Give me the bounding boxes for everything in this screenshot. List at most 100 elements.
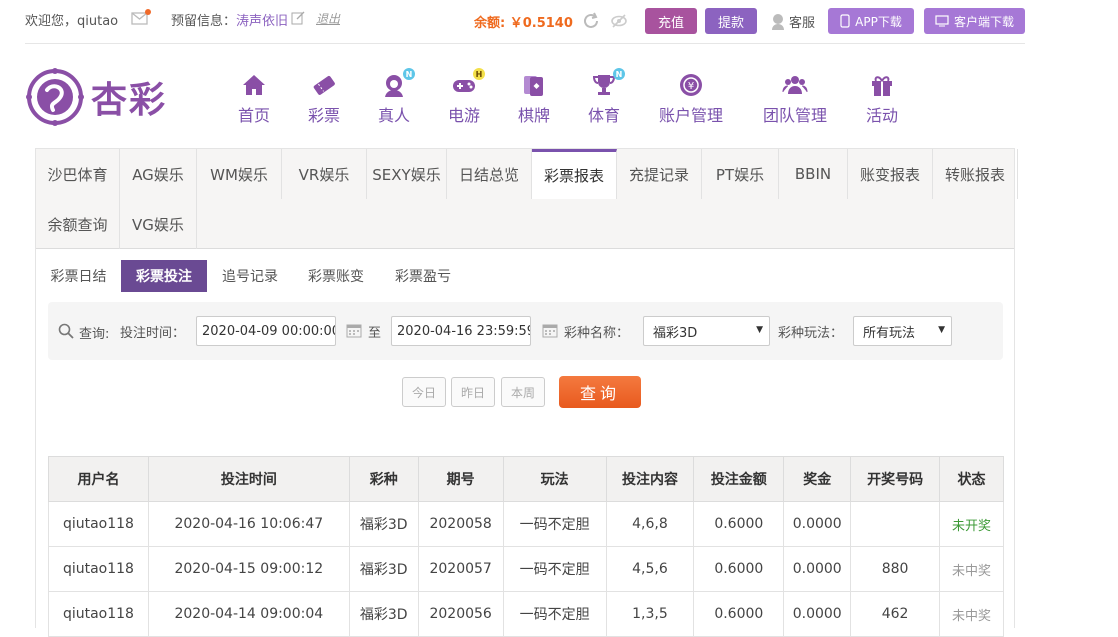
nav-label: 真人 — [377, 106, 410, 125]
calendar-icon[interactable] — [346, 322, 362, 338]
eye-hide-icon[interactable] — [610, 12, 628, 30]
gift-icon — [869, 72, 895, 98]
end-time-input[interactable]: 2020-04-16 23:59:59 — [391, 316, 531, 346]
nav-item-5[interactable]: N 体育 — [564, 68, 644, 126]
nav-item-1[interactable]: 彩票 — [284, 72, 364, 126]
status-text: 未中奖 — [951, 563, 991, 579]
to-label: 至 — [368, 326, 382, 341]
home-icon — [241, 72, 267, 98]
column-header: 用户名 — [48, 456, 149, 502]
lottery-select[interactable]: 福彩3D ▼ — [643, 316, 770, 346]
calendar-icon[interactable] — [542, 322, 558, 338]
search-button[interactable]: 查询 — [559, 376, 641, 408]
tab-9[interactable]: BBIN — [779, 149, 848, 199]
column-header: 彩种 — [348, 456, 419, 502]
play-type-select[interactable]: 所有玩法 ▼ — [853, 316, 952, 346]
start-time-input[interactable]: 2020-04-09 00:00:00 — [196, 316, 336, 346]
subtab-2[interactable]: 追号记录 — [214, 260, 286, 292]
tab-10[interactable]: 账变报表 — [848, 149, 933, 199]
nav-item-8[interactable]: 活动 — [842, 72, 922, 126]
tab-0[interactable]: 沙巴体育 — [36, 149, 120, 199]
table-header-row: 用户名 投注时间 彩种 期号 玩法 投注内容 投注金额 奖金 开奖号码 状态 — [48, 456, 1004, 502]
report-tabs: 沙巴体育 AG娱乐 WM娱乐 VR娱乐 SEXY娱乐 日结总览 彩票报表 充提记录 PT娱乐 BB… — [36, 149, 1018, 249]
welcome-text: 欢迎您，qiutao — [25, 14, 119, 29]
nav-item-7[interactable]: 团队管理 — [755, 72, 835, 126]
table-cell: 0.0000 — [783, 591, 852, 637]
top-divider — [25, 43, 1025, 44]
recharge-button[interactable]: 充值 — [645, 8, 697, 34]
table-cell: 福彩3D — [348, 501, 419, 547]
nav-label: 棋牌 — [517, 106, 550, 125]
refresh-icon[interactable] — [582, 12, 600, 30]
table-cell: 0.6000 — [693, 591, 785, 637]
column-header: 期号 — [417, 456, 504, 502]
table-cell: 0.6000 — [693, 501, 785, 547]
column-header: 开奖号码 — [850, 456, 940, 502]
report-panel: 沙巴体育 AG娱乐 WM娱乐 VR娱乐 SEXY娱乐 日结总览 彩票报表 充提记录 PT娱乐 BB… — [35, 148, 1018, 637]
nav-label: 体育 — [587, 106, 620, 125]
table-cell: 880 — [850, 546, 940, 592]
nav-label: 电游 — [447, 106, 480, 125]
table-cell: 一码不定胆 — [502, 591, 607, 637]
tab-5[interactable]: 日结总览 — [447, 149, 532, 199]
mail-icon[interactable] — [131, 9, 151, 25]
phone-icon — [840, 14, 850, 28]
top-bar: 欢迎您，qiutao 预留信息： 涛声依旧 退出 余额: ￥0.5140 充值 … — [0, 0, 1118, 44]
table-cell: qiutao118 — [48, 591, 149, 637]
bet-records-table: 用户名 投注时间 彩种 期号 玩法 投注内容 投注金额 奖金 开奖号码 状态 qiutao118 2… — [48, 456, 1004, 637]
edit-icon[interactable] — [291, 10, 305, 25]
column-header: 玩法 — [502, 456, 607, 502]
nav-item-3[interactable]: H 电游 — [424, 68, 504, 126]
yesterday-button[interactable]: 昨日 — [451, 377, 495, 407]
monitor-icon — [935, 15, 949, 27]
table-row: qiutao118 2020-04-14 09:00:04 福彩3D 2020056 一… — [48, 591, 1004, 637]
table-cell: 2020-04-14 09:00:04 — [147, 591, 350, 637]
nav-item-6[interactable]: ¥ 账户管理 — [651, 72, 731, 126]
nav-label: 活动 — [865, 106, 898, 125]
tab-4[interactable]: SEXY娱乐 — [367, 149, 447, 199]
tab-13[interactable]: VG娱乐 — [120, 199, 197, 249]
tab-3[interactable]: VR娱乐 — [282, 149, 367, 199]
reserved-info-label: 预留信息： — [171, 14, 237, 29]
this-week-button[interactable]: 本周 — [501, 377, 545, 407]
table-row: qiutao118 2020-04-16 10:06:47 福彩3D 2020058 一… — [48, 501, 1004, 547]
tab-2[interactable]: WM娱乐 — [197, 149, 282, 199]
status-cell: 未中奖 — [939, 546, 1004, 592]
nav-item-0[interactable]: 首页 — [214, 72, 294, 126]
app-download-button[interactable]: APP下载 — [828, 8, 914, 34]
brand-name: 杏彩 — [91, 79, 168, 121]
nav-item-4[interactable]: 棋牌 — [494, 72, 574, 126]
customer-service-link[interactable]: 客服 — [770, 12, 815, 31]
table-cell: qiutao118 — [48, 546, 149, 592]
subtab-1[interactable]: 彩票投注 — [121, 260, 207, 292]
table-cell: 2020-04-15 09:00:12 — [147, 546, 350, 592]
headset-icon — [772, 14, 784, 30]
column-header: 投注金额 — [693, 456, 785, 502]
logout-link[interactable]: 退出 — [316, 10, 340, 27]
column-header: 状态 — [939, 456, 1004, 502]
nav-item-2[interactable]: N 真人 — [354, 68, 434, 126]
subtab-4[interactable]: 彩票盈亏 — [386, 260, 460, 292]
site-logo[interactable]: 杏彩 — [25, 68, 185, 126]
tab-1[interactable]: AG娱乐 — [120, 149, 197, 199]
withdraw-label: 提款 — [717, 15, 744, 31]
table-cell: 0.0000 — [783, 501, 852, 547]
table-cell: 4,5,6 — [605, 546, 695, 592]
tab-11[interactable]: 转账报表 — [933, 149, 1018, 199]
live-dealer-icon: N — [381, 68, 415, 98]
tab-8[interactable]: PT娱乐 — [702, 149, 779, 199]
subtab-3[interactable]: 彩票账变 — [300, 260, 372, 292]
tab-7[interactable]: 充提记录 — [617, 149, 702, 199]
table-cell: qiutao118 — [48, 501, 149, 547]
table-row: qiutao118 2020-04-15 09:00:12 福彩3D 2020057 一… — [48, 546, 1004, 592]
client-download-button[interactable]: 客户端下载 — [924, 8, 1025, 34]
client-download-label: 客户端下载 — [953, 14, 1014, 29]
withdraw-button[interactable]: 提款 — [705, 8, 757, 34]
subtab-0[interactable]: 彩票日结 — [42, 260, 115, 292]
today-button[interactable]: 今日 — [402, 377, 446, 407]
table-cell: 462 — [850, 591, 940, 637]
tab-6[interactable]: 彩票报表 — [532, 149, 617, 199]
app-download-label: APP下载 — [855, 14, 902, 29]
tab-12[interactable]: 余额查询 — [36, 199, 120, 249]
svg-text:¥: ¥ — [688, 81, 694, 92]
